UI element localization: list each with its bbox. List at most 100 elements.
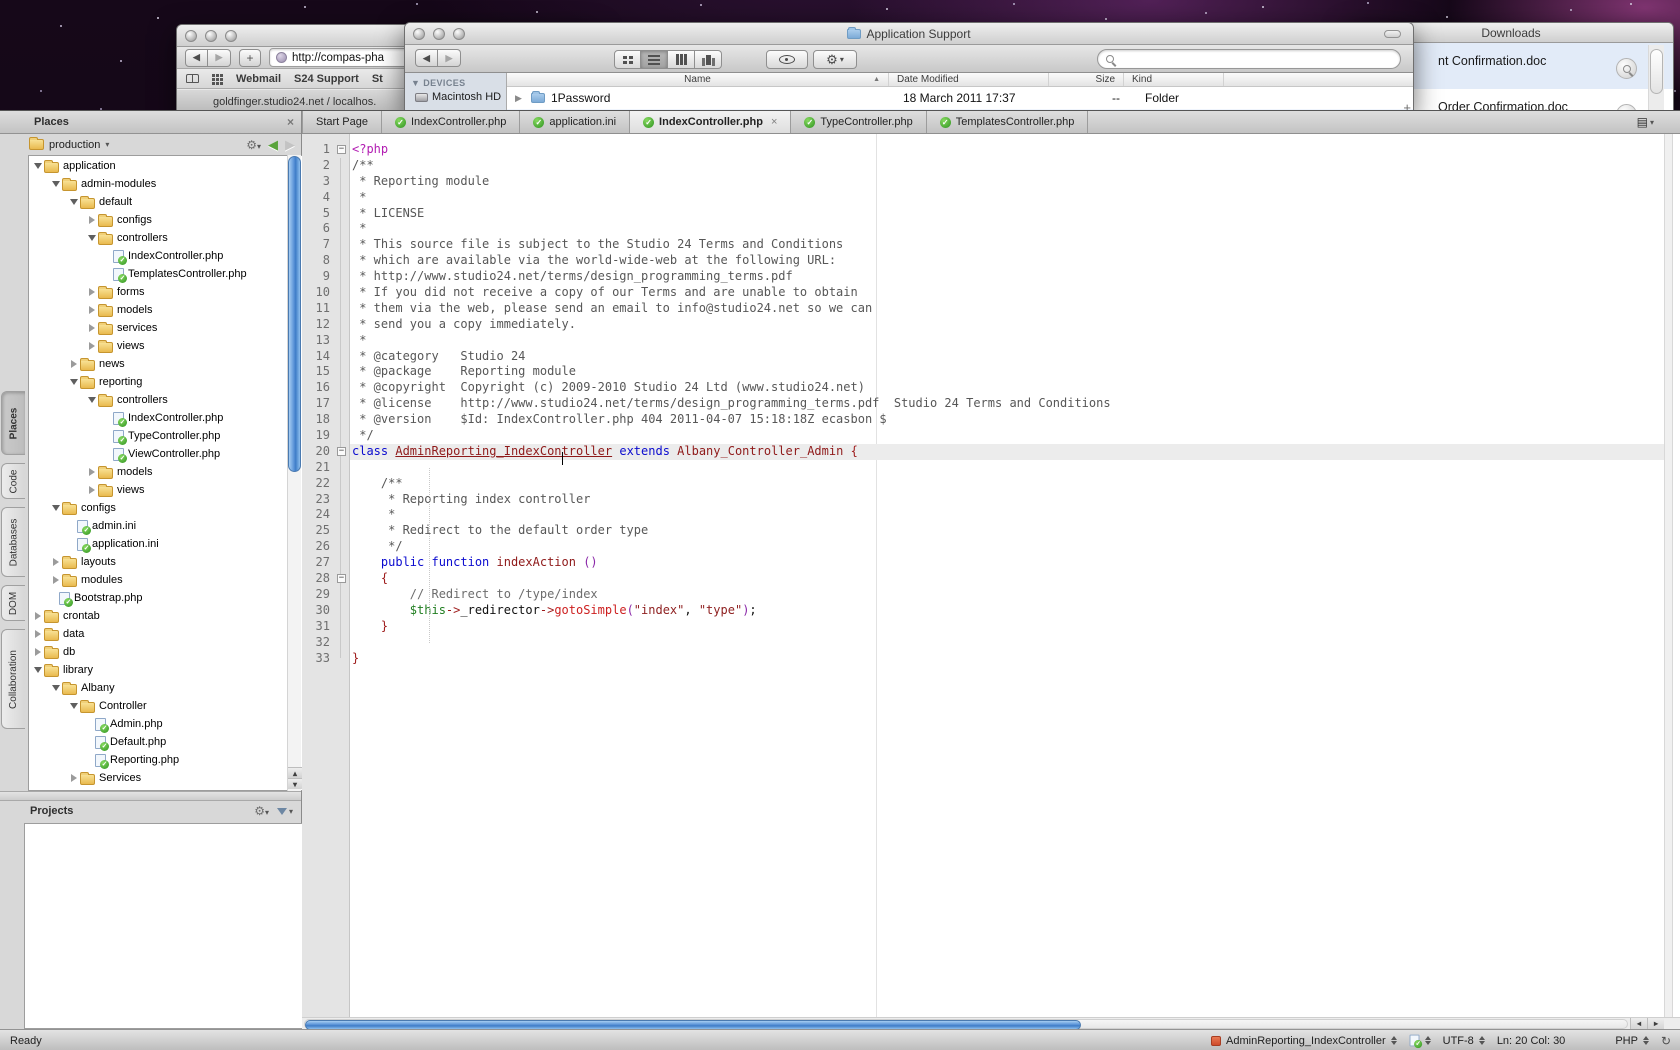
line-number[interactable]: 6 bbox=[302, 221, 349, 237]
twisty-closed-icon[interactable] bbox=[85, 283, 98, 301]
twisty-closed-icon[interactable] bbox=[85, 301, 98, 319]
line-number[interactable]: 3 bbox=[302, 174, 349, 190]
editor-tab-start-page[interactable]: Start Page bbox=[302, 111, 382, 133]
code-line-27[interactable]: public function indexAction () bbox=[350, 555, 1671, 571]
tree-item-typecontroller-php[interactable]: TypeController.php bbox=[29, 427, 302, 445]
finder-back-button[interactable]: ◀ bbox=[415, 49, 438, 67]
tab-overflow-menu[interactable]: ▤▾ bbox=[1637, 111, 1654, 133]
reveal-in-finder-button[interactable] bbox=[1616, 58, 1637, 79]
tree-item-forms[interactable]: forms bbox=[29, 283, 302, 301]
coverflow-view-button[interactable] bbox=[695, 50, 722, 69]
downloads-scrollbar-thumb[interactable] bbox=[1650, 49, 1663, 94]
new-tab-button[interactable]: + bbox=[239, 49, 261, 67]
updown-icon[interactable] bbox=[1425, 1036, 1431, 1045]
line-number[interactable]: 14 bbox=[302, 349, 349, 365]
code-line-23[interactable]: * Reporting index controller bbox=[350, 492, 1671, 508]
tree-item-reporting[interactable]: reporting bbox=[29, 373, 302, 391]
line-number[interactable]: 23 bbox=[302, 492, 349, 508]
sidebar-item-macintosh-hd[interactable]: Macintosh HD bbox=[405, 88, 506, 103]
line-number[interactable]: 25 bbox=[302, 523, 349, 539]
tree-item-admin-modules[interactable]: admin-modules bbox=[29, 175, 302, 193]
code-line-15[interactable]: * @package Reporting module bbox=[350, 364, 1671, 380]
code-line-14[interactable]: * @category Studio 24 bbox=[350, 349, 1671, 365]
tree-item-application[interactable]: application bbox=[29, 157, 302, 175]
twisty-open-icon[interactable] bbox=[31, 157, 44, 175]
code-line-8[interactable]: * which are available via the world-wide… bbox=[350, 253, 1671, 269]
tree-item-indexcontroller-php[interactable]: IndexController.php bbox=[29, 409, 302, 427]
tree-item-layouts[interactable]: layouts bbox=[29, 553, 302, 571]
line-number[interactable]: 31 bbox=[302, 619, 349, 635]
panel-splitter[interactable] bbox=[0, 791, 301, 801]
file-row-1password[interactable]: ▶ 1Password 18 March 2011 17:37 -- Folde… bbox=[507, 87, 1413, 109]
code-line-22[interactable]: /** bbox=[350, 476, 1671, 492]
code-line-12[interactable]: * send you a copy immediately. bbox=[350, 317, 1671, 333]
twisty-open-icon[interactable] bbox=[67, 193, 80, 211]
code-line-1[interactable]: <?php bbox=[350, 142, 1671, 158]
line-number[interactable]: 12 bbox=[302, 317, 349, 333]
column-view-button[interactable] bbox=[668, 50, 695, 69]
line-number[interactable]: 29 bbox=[302, 587, 349, 603]
browser-forward-button[interactable]: ▶ bbox=[208, 49, 231, 67]
tree-item-application-ini[interactable]: application.ini bbox=[29, 535, 302, 553]
finder-titlebar[interactable]: Application Support bbox=[405, 23, 1413, 45]
editor-gutter[interactable]: 1−234567891011121314151617181920−2122232… bbox=[302, 134, 350, 1017]
twisty-closed-icon[interactable] bbox=[67, 769, 80, 787]
tree-item-albany[interactable]: Albany bbox=[29, 679, 302, 697]
line-number[interactable]: 16 bbox=[302, 380, 349, 396]
code-line-6[interactable]: * bbox=[350, 221, 1671, 237]
line-number[interactable]: 1− bbox=[302, 142, 349, 158]
twisty-open-icon[interactable] bbox=[85, 229, 98, 247]
action-menu-button[interactable]: ⚙ ▾ bbox=[813, 50, 857, 69]
browser-tab[interactable]: goldfinger.studio24.net / localhos. bbox=[177, 96, 376, 108]
twisty-open-icon[interactable] bbox=[49, 679, 62, 697]
editor-tab-indexcontroller-php[interactable]: ✓IndexController.php× bbox=[630, 111, 791, 133]
line-number[interactable]: 18 bbox=[302, 412, 349, 428]
toolbar-toggle-button[interactable] bbox=[1384, 30, 1401, 38]
line-number[interactable]: 27 bbox=[302, 555, 349, 571]
code-line-7[interactable]: * This source file is subject to the Stu… bbox=[350, 237, 1671, 253]
code-line-24[interactable]: * bbox=[350, 507, 1671, 523]
finder-forward-button[interactable]: ▶ bbox=[438, 49, 461, 67]
tree-item-modules[interactable]: modules bbox=[29, 571, 302, 589]
twisty-open-icon[interactable] bbox=[49, 499, 62, 517]
downloads-scrollbar[interactable] bbox=[1648, 45, 1664, 114]
code-line-19[interactable]: */ bbox=[350, 428, 1671, 444]
line-number[interactable]: 10 bbox=[302, 285, 349, 301]
projects-list[interactable] bbox=[24, 823, 302, 1029]
line-number[interactable]: 22 bbox=[302, 476, 349, 492]
projects-filter-menu[interactable]: ▾ bbox=[277, 807, 293, 816]
code-line-30[interactable]: $this->_redirector->gotoSimple("index", … bbox=[350, 603, 1671, 619]
code-line-33[interactable]: } bbox=[350, 651, 1671, 667]
code-line-21[interactable] bbox=[350, 460, 1671, 476]
line-number[interactable]: 5 bbox=[302, 206, 349, 222]
line-number[interactable]: 21 bbox=[302, 460, 349, 476]
code-line-4[interactable]: * bbox=[350, 190, 1671, 206]
tree-item-data[interactable]: data bbox=[29, 625, 302, 643]
finder-search-input[interactable] bbox=[1097, 49, 1401, 69]
tree-item-reporting-php[interactable]: Reporting.php bbox=[29, 751, 302, 769]
column-header-size[interactable]: Size bbox=[1049, 73, 1124, 86]
bookmarks-book-icon[interactable] bbox=[186, 74, 199, 83]
code-line-26[interactable]: */ bbox=[350, 539, 1671, 555]
tree-item-templatescontroller-php[interactable]: TemplatesController.php bbox=[29, 265, 302, 283]
tree-item-controllers[interactable]: controllers bbox=[29, 391, 302, 409]
projects-gear-menu[interactable]: ⚙▾ bbox=[254, 802, 269, 820]
quick-look-button[interactable] bbox=[766, 50, 808, 69]
line-number[interactable]: 13 bbox=[302, 333, 349, 349]
minimize-window-icon[interactable] bbox=[205, 30, 217, 42]
twisty-closed-icon[interactable] bbox=[67, 355, 80, 373]
places-root-selector[interactable]: production bbox=[49, 139, 100, 151]
line-number[interactable]: 20− bbox=[302, 444, 349, 460]
current-symbol-selector[interactable]: AdminReporting_IndexController bbox=[1226, 1035, 1386, 1047]
places-scrollbar[interactable]: ▴ ▾ bbox=[287, 155, 301, 791]
side-tab-databases[interactable]: Databases bbox=[1, 507, 25, 577]
tree-item-controller[interactable]: Controller bbox=[29, 697, 302, 715]
code-line-17[interactable]: * @license http://www.studio24.net/terms… bbox=[350, 396, 1671, 412]
twisty-open-icon[interactable] bbox=[67, 373, 80, 391]
line-number[interactable]: 11 bbox=[302, 301, 349, 317]
code-line-2[interactable]: /** bbox=[350, 158, 1671, 174]
bookmark-s24-support[interactable]: S24 Support bbox=[294, 73, 359, 85]
tree-item-default[interactable]: default bbox=[29, 193, 302, 211]
sync-icon[interactable]: ↻ bbox=[1661, 1034, 1671, 1048]
code-editor[interactable]: 1−234567891011121314151617181920−2122232… bbox=[302, 134, 1680, 1017]
